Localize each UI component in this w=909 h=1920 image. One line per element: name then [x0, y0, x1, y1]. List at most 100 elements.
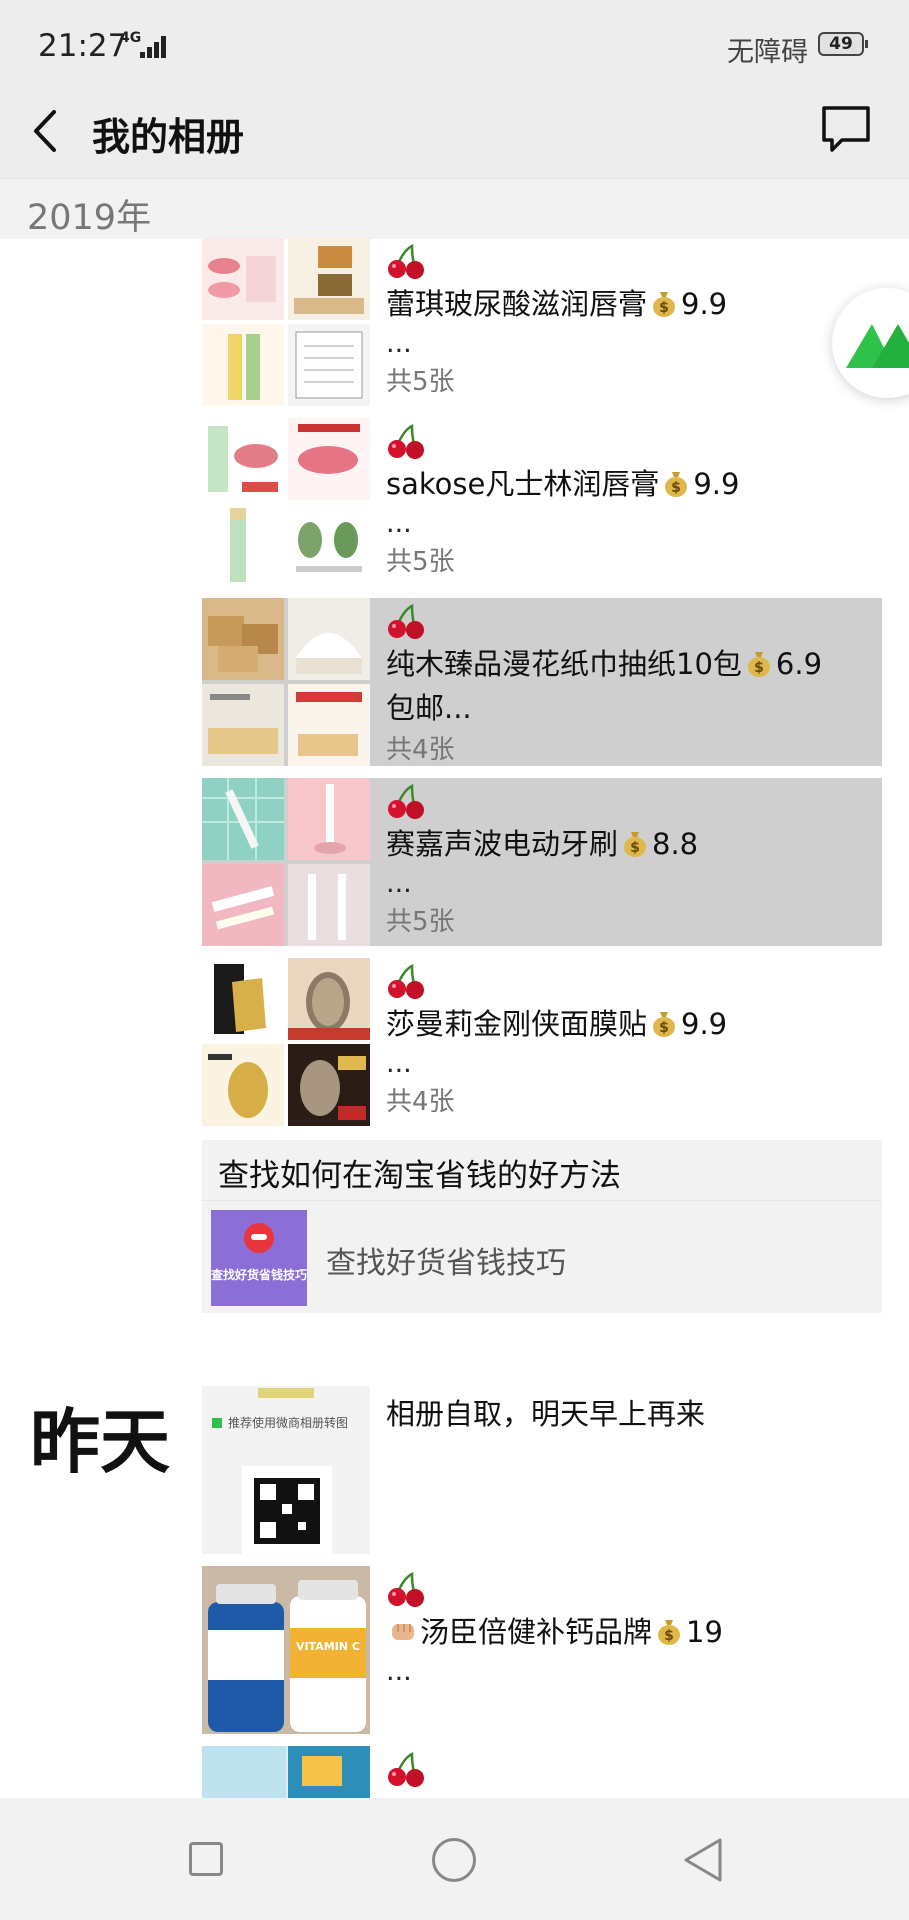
cherry-icon — [388, 424, 424, 459]
caption-ellipsis: ... — [386, 1048, 412, 1079]
caption-text: sakose凡士林润唇膏 — [386, 467, 660, 501]
year-label: 2019年 — [27, 198, 152, 238]
album-post[interactable]: 纯木臻品漫花纸巾抽纸10包 $6.9 包邮... 共4张 — [202, 598, 882, 766]
album-post[interactable]: 推荐使用微商相册转图 相册自取，明天早上再来 — [202, 1386, 882, 1554]
mountain-icon — [846, 324, 909, 368]
caption-continued: 包邮... — [386, 691, 472, 725]
floating-mountain-button[interactable] — [832, 288, 909, 398]
product-image — [202, 1746, 370, 1798]
post-price: 9.9 — [681, 287, 728, 321]
money-bag-icon: $ — [658, 1620, 681, 1645]
ad-title: 查找如何在淘宝省钱的好方法 — [218, 1158, 621, 1194]
post-caption: 赛嘉声波电动牙刷 $8.8 — [386, 822, 876, 866]
product-image — [202, 778, 284, 860]
post-body: 相册自取，明天早上再来 — [386, 1392, 876, 1436]
svg-text:$: $ — [664, 1628, 674, 1644]
cherry-icon — [388, 244, 424, 279]
post-thumbnails — [202, 958, 370, 1126]
caption-ellipsis: ... — [386, 328, 412, 359]
caption-ellipsis: ... — [386, 508, 412, 539]
home-button[interactable] — [432, 1838, 476, 1882]
photo-count: 共4张 — [386, 1087, 455, 1117]
product-image — [288, 958, 370, 1040]
product-image — [288, 504, 370, 586]
post-body: 纯木臻品漫花纸巾抽纸10包 $6.9 包邮... 共4张 — [386, 604, 876, 770]
product-image — [202, 864, 284, 946]
post-price: 9.9 — [681, 1007, 728, 1041]
product-image — [202, 598, 284, 680]
system-back-icon[interactable] — [680, 1836, 724, 1884]
back-icon[interactable] — [28, 102, 68, 160]
post-thumbnails — [202, 418, 370, 586]
system-nav-bar — [0, 1798, 909, 1920]
money-bag-icon: $ — [624, 832, 647, 857]
svg-text:$: $ — [754, 660, 764, 676]
product-image — [288, 684, 370, 766]
signal-icon — [140, 36, 168, 58]
cherry-icon — [388, 604, 424, 639]
post-price: 9.9 — [693, 467, 740, 501]
post-thumbnails — [202, 238, 370, 406]
nav-bar: 我的相册 — [0, 84, 909, 178]
thumb-caption: 推荐使用微商相册转图 — [228, 1416, 349, 1430]
product-image — [202, 238, 284, 320]
product-image — [288, 238, 370, 320]
album-post[interactable]: sakose凡士林润唇膏 $9.9 ... 共5张 — [202, 418, 882, 586]
cherry-icon — [388, 1572, 424, 1607]
product-image — [202, 504, 284, 586]
post-price: 6.9 — [775, 647, 823, 681]
post-body: 莎曼莉金刚侠面膜贴 $9.9 ... 共4张 — [386, 964, 876, 1122]
app-logo-icon — [244, 1223, 274, 1253]
svg-text:$: $ — [659, 1020, 669, 1036]
date-label: 昨天 — [30, 1401, 170, 1483]
fist-icon — [392, 1624, 414, 1640]
ad-divider — [202, 1200, 882, 1201]
product-image — [288, 324, 370, 406]
post-caption: 汤臣倍健补钙品牌 $19 — [386, 1610, 876, 1654]
product-image — [288, 418, 370, 500]
qr-share-image — [212, 1388, 332, 1554]
product-image — [288, 598, 370, 680]
post-thumbnails — [202, 598, 370, 766]
money-bag-icon: $ — [747, 652, 770, 677]
post-body: 赛嘉声波电动牙刷 $8.8 ... 共5张 — [386, 784, 876, 942]
caption-text: 莎曼莉金刚侠面膜贴 — [386, 1007, 648, 1041]
post-thumbnail — [202, 1746, 370, 1798]
album-post[interactable] — [202, 1746, 882, 1798]
comment-icon[interactable] — [820, 104, 872, 154]
post-caption: 纯木臻品漫花纸巾抽纸10包 $6.9 — [386, 642, 876, 686]
svg-text:$: $ — [630, 840, 640, 856]
photo-count: 共5张 — [386, 547, 455, 577]
caption-ellipsis: ... — [386, 1656, 412, 1687]
post-body: sakose凡士林润唇膏 $9.9 ... 共5张 — [386, 424, 876, 582]
battery-icon: 49 — [818, 32, 868, 56]
album-post[interactable]: 赛嘉声波电动牙刷 $8.8 ... 共5张 — [202, 778, 882, 946]
photo-count: 共5张 — [386, 367, 455, 397]
money-bag-icon: $ — [653, 292, 676, 317]
post-thumbnail: VITAMIN C — [202, 1566, 370, 1734]
product-image — [202, 324, 284, 406]
product-image — [288, 864, 370, 946]
post-price: 8.8 — [652, 827, 699, 861]
post-thumbnails — [202, 778, 370, 946]
product-image — [288, 1044, 370, 1126]
accessibility-label: 无障碍 — [727, 37, 808, 68]
ad-thumbnail: 查找好货省钱技巧 — [211, 1210, 307, 1306]
photo-count: 共4张 — [386, 735, 455, 765]
money-bag-icon: $ — [653, 1012, 676, 1037]
product-image — [288, 778, 370, 860]
album-post[interactable]: VITAMIN C 汤臣倍健补钙品牌 $19 ... — [202, 1566, 882, 1734]
year-header: 2019年 — [0, 178, 909, 239]
post-thumbnail: 推荐使用微商相册转图 — [202, 1386, 370, 1554]
album-post[interactable]: 莎曼莉金刚侠面膜贴 $9.9 ... 共4张 — [202, 958, 882, 1126]
cherry-icon — [388, 964, 424, 999]
ad-card[interactable]: 查找如何在淘宝省钱的好方法 查找好货省钱技巧 查找好货省钱技巧 — [202, 1140, 882, 1313]
album-post[interactable]: 蕾琪玻尿酸滋润唇膏 $9.9 ... 共5张 — [202, 238, 882, 406]
caption-text: 纯木臻品漫花纸巾抽纸10包 — [386, 647, 742, 681]
post-body: 汤臣倍健补钙品牌 $19 ... — [386, 1572, 876, 1690]
post-body: 蕾琪玻尿酸滋润唇膏 $9.9 ... 共5张 — [386, 244, 876, 402]
recent-apps-button[interactable] — [189, 1842, 223, 1876]
post-caption: sakose凡士林润唇膏 $9.9 — [386, 462, 876, 506]
svg-text:$: $ — [671, 480, 681, 496]
product-image — [202, 418, 284, 500]
